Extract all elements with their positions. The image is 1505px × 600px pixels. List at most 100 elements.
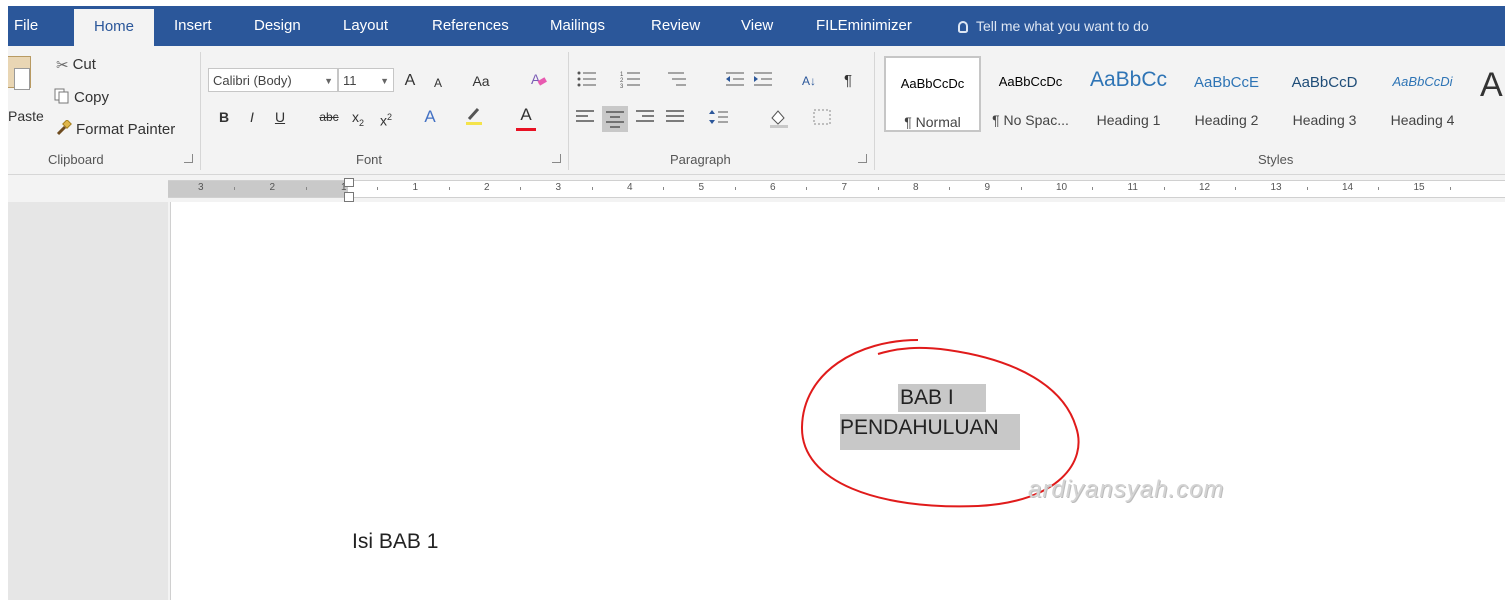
ruler-tick xyxy=(877,187,879,190)
chevron-down-icon: ▼ xyxy=(380,76,389,86)
style-heading-2[interactable]: AaBbCcE Heading 2 xyxy=(1178,56,1275,132)
ruler-left-margin xyxy=(168,180,348,198)
ribbon-tab-bar: File Home Insert Design Layout Reference… xyxy=(8,6,1505,46)
italic-button[interactable]: I xyxy=(242,106,262,128)
font-size-dropdown[interactable]: 11 ▼ xyxy=(338,68,394,92)
font-launcher-icon[interactable] xyxy=(552,154,561,163)
copy-icon xyxy=(54,88,70,108)
ruler-tick xyxy=(1020,187,1022,190)
ruler-number: 2 xyxy=(269,182,276,193)
tab-file[interactable]: File xyxy=(14,6,38,46)
align-right-icon[interactable] xyxy=(634,108,654,130)
tab-review[interactable]: Review xyxy=(651,6,700,46)
ruler-tick xyxy=(1449,187,1451,190)
ruler-number: 9 xyxy=(984,182,991,193)
ruler-number: 3 xyxy=(198,182,204,193)
align-left-icon[interactable] xyxy=(574,108,594,130)
paragraph-group-label: Paragraph xyxy=(670,152,731,167)
grow-font-button[interactable]: A xyxy=(400,70,420,92)
word-window: File Home Insert Design Layout Reference… xyxy=(8,6,1505,600)
document-left-gutter xyxy=(8,202,168,600)
clear-formatting-icon[interactable]: A xyxy=(528,70,548,92)
left-indent-marker[interactable] xyxy=(344,192,354,202)
increase-indent-icon[interactable] xyxy=(752,70,772,92)
style-no-spacing[interactable]: AaBbCcDc ¶ No Spac... xyxy=(982,56,1079,132)
paste-button[interactable]: Paste xyxy=(8,108,44,124)
tab-mailings[interactable]: Mailings xyxy=(550,6,605,46)
lightbulb-icon xyxy=(958,21,968,34)
highlight-icon[interactable] xyxy=(464,106,484,128)
style-name: Heading 3 xyxy=(1292,112,1357,128)
font-group-label: Font xyxy=(356,152,383,167)
font-color-button[interactable]: A xyxy=(516,104,536,126)
ruler-tick xyxy=(234,187,235,190)
change-case-button[interactable]: Aa xyxy=(466,70,496,92)
scissors-icon: ✂ xyxy=(56,57,69,75)
numbering-icon[interactable]: 123 xyxy=(620,70,640,92)
group-divider xyxy=(568,52,569,170)
bullets-icon[interactable] xyxy=(576,70,596,92)
style-heading-3[interactable]: AaBbCcD Heading 3 xyxy=(1276,56,1373,132)
style-normal[interactable]: AaBbCcDc ¶ Normal xyxy=(884,56,981,132)
tell-me-search[interactable]: Tell me what you want to do xyxy=(958,6,1149,46)
cut-button[interactable]: ✂ Cut xyxy=(56,56,96,74)
ruler-tick xyxy=(377,187,378,190)
font-name-dropdown[interactable]: Calibri (Body) ▼ xyxy=(208,68,338,92)
ruler-number: 3 xyxy=(555,182,562,193)
style-heading-1[interactable]: AaBbCc Heading 1 xyxy=(1080,56,1177,132)
style-preview: AaBbCc xyxy=(1089,68,1168,91)
ruler-number: 7 xyxy=(841,182,848,193)
paragraph-launcher-icon[interactable] xyxy=(858,154,867,163)
font-name-value: Calibri (Body) xyxy=(213,73,292,88)
ruler-number: 11 xyxy=(1127,182,1138,193)
show-formatting-marks-button[interactable]: ¶ xyxy=(838,70,858,92)
cut-label: Cut xyxy=(72,56,96,73)
tab-design[interactable]: Design xyxy=(254,6,301,46)
style-heading-4[interactable]: AaBbCcDi Heading 4 xyxy=(1374,56,1471,132)
horizontal-ruler[interactable]: 3 2 1 1 2 3 4 5 6 7 8 9 10 11 12 13 14 15 xyxy=(8,176,1505,202)
tab-fileminimizer[interactable]: FILEminimizer xyxy=(816,6,912,46)
tab-layout[interactable]: Layout xyxy=(343,6,388,46)
svg-text:3: 3 xyxy=(620,84,624,88)
subscript-label: x xyxy=(351,109,359,125)
group-divider xyxy=(200,52,201,170)
clipboard-launcher-icon[interactable] xyxy=(184,154,193,163)
ruler-tick xyxy=(1092,187,1093,190)
group-divider xyxy=(874,52,875,170)
format-painter-button[interactable]: Format Painter xyxy=(56,119,175,140)
ruler-number: 5 xyxy=(698,182,705,193)
superscript-button[interactable]: x2 xyxy=(376,106,396,129)
chevron-down-icon: ▼ xyxy=(324,76,333,86)
justify-icon[interactable] xyxy=(664,108,684,130)
underline-button[interactable]: U xyxy=(270,106,290,128)
style-preview: AaBbCcDi xyxy=(1392,74,1453,89)
tab-insert[interactable]: Insert xyxy=(174,6,212,46)
copy-button[interactable]: Copy xyxy=(54,88,109,108)
text-effects-button[interactable]: A xyxy=(420,106,440,128)
style-preview: AaBbCcE xyxy=(1193,74,1260,91)
multilevel-list-icon[interactable] xyxy=(666,70,686,92)
shading-icon[interactable] xyxy=(768,108,788,130)
style-title-preview[interactable]: A xyxy=(1480,66,1503,105)
subscript-button[interactable]: x2 xyxy=(348,106,368,128)
shrink-font-button[interactable]: A xyxy=(428,72,448,94)
line-spacing-icon[interactable] xyxy=(708,108,728,130)
body-paragraph[interactable]: Isi BAB 1 xyxy=(352,530,438,554)
bold-button[interactable]: B xyxy=(214,106,234,128)
ruler-number: 15 xyxy=(1413,182,1425,193)
tab-references[interactable]: References xyxy=(432,6,509,46)
tab-home[interactable]: Home xyxy=(74,9,154,46)
tab-view[interactable]: View xyxy=(741,6,773,46)
align-center-icon[interactable] xyxy=(602,106,628,132)
ruler-tick xyxy=(305,187,307,190)
first-line-indent-marker[interactable] xyxy=(344,178,354,187)
ruler-tick xyxy=(520,187,521,190)
style-name: Heading 2 xyxy=(1194,112,1259,128)
style-preview: AaBbCcDc xyxy=(998,74,1063,89)
style-preview: AaBbCcD xyxy=(1291,74,1358,91)
strikethrough-button[interactable]: abc xyxy=(314,106,344,128)
borders-icon[interactable] xyxy=(812,108,832,130)
watermark-text: ardiyansyah.com xyxy=(1028,476,1225,503)
decrease-indent-icon[interactable] xyxy=(724,70,744,92)
sort-button[interactable]: A↓ xyxy=(796,70,822,92)
